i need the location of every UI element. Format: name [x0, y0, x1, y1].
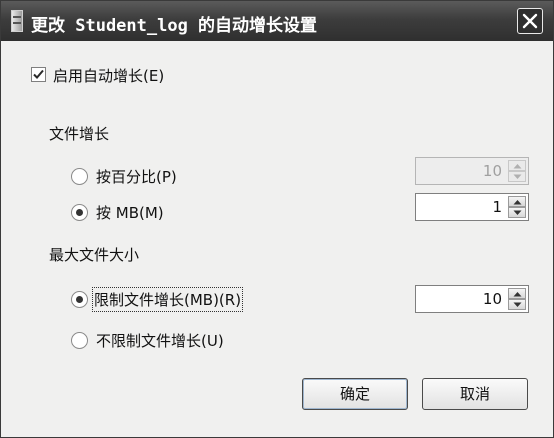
restricted-growth-value[interactable]: 10 [483, 290, 502, 308]
by-percent-label: 按百分比(P) [96, 168, 177, 186]
app-icon [11, 10, 23, 32]
chevron-down-icon [513, 210, 522, 215]
unrestricted-growth-radio[interactable] [71, 332, 88, 349]
max-file-size-heading: 最大文件大小 [49, 246, 140, 264]
close-button[interactable] [517, 8, 543, 34]
restricted-growth-radio[interactable] [71, 291, 88, 308]
checkmark-icon [33, 69, 44, 79]
unrestricted-growth-label: 不限制文件增长(U) [96, 332, 224, 350]
by-mb-value[interactable]: 1 [492, 198, 502, 216]
chevron-up-icon [513, 200, 522, 205]
ok-button[interactable]: 确定 [302, 378, 408, 410]
file-growth-heading: 文件增长 [49, 125, 110, 143]
spin-up-button[interactable] [508, 288, 526, 299]
chevron-up-icon [513, 292, 522, 297]
autogrowth-dialog: 更改 Student_log 的自动增长设置 启用自动增长(E) 文件增长 按百… [0, 0, 554, 438]
title-bar: 更改 Student_log 的自动增长设置 [1, 1, 553, 41]
chevron-down-icon [513, 302, 522, 307]
by-mb-radio[interactable] [71, 204, 88, 221]
enable-autogrowth-checkbox[interactable] [31, 67, 46, 82]
restricted-growth-spinner[interactable]: 10 [415, 285, 529, 313]
by-percent-spinner: 10 [415, 157, 529, 185]
spin-down-button[interactable] [508, 207, 526, 218]
spin-down-button [508, 171, 526, 182]
cancel-button[interactable]: 取消 [422, 378, 528, 410]
by-percent-radio[interactable] [71, 168, 88, 185]
spin-up-button [508, 160, 526, 171]
dialog-title: 更改 Student_log 的自动增长设置 [31, 16, 318, 36]
spin-up-button[interactable] [508, 196, 526, 207]
by-percent-value: 10 [482, 162, 502, 180]
restricted-growth-label: 限制文件增长(MB)(R) [91, 287, 244, 312]
spin-down-button[interactable] [508, 299, 526, 310]
by-mb-spinner[interactable]: 1 [415, 193, 529, 221]
close-icon [522, 13, 538, 29]
enable-autogrowth-label: 启用自动增长(E) [53, 67, 165, 85]
by-mb-label: 按 MB(M) [96, 204, 164, 222]
chevron-down-icon [513, 174, 522, 179]
chevron-up-icon [513, 164, 522, 169]
